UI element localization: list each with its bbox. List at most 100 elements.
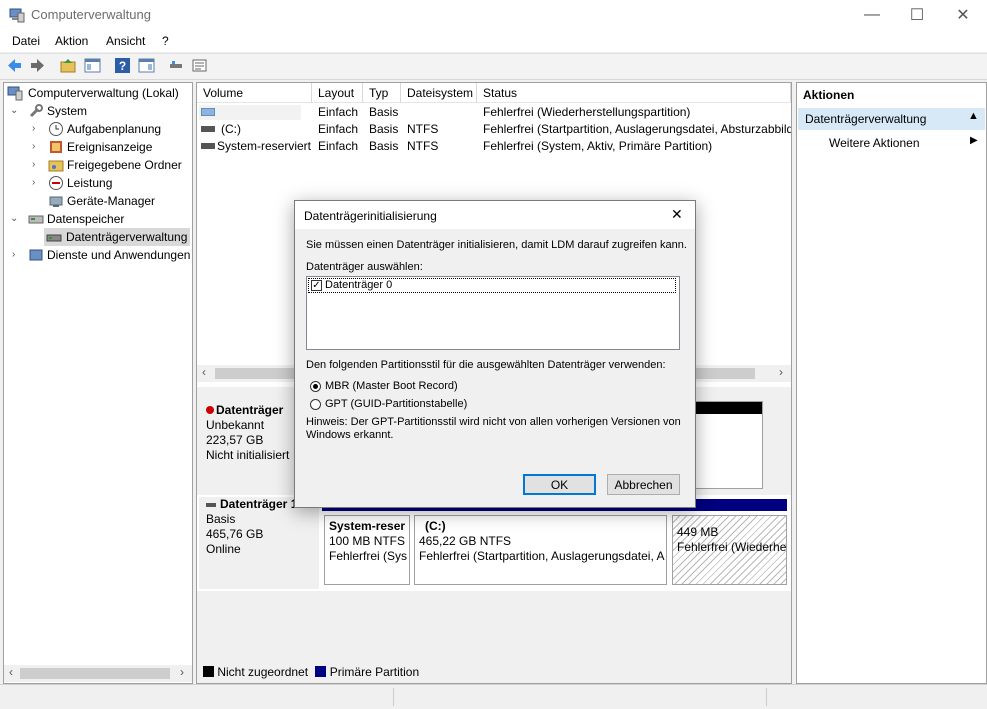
- connect-icon[interactable]: [168, 57, 185, 74]
- computer-management-icon: [9, 8, 25, 23]
- tree-item-system[interactable]: ⌄ System: [7, 102, 187, 120]
- storage-icon: [28, 215, 44, 224]
- chevron-right-icon[interactable]: ›: [32, 174, 35, 192]
- scroll-left-icon[interactable]: ‹: [202, 365, 206, 379]
- column-header-layout[interactable]: Layout: [312, 83, 363, 103]
- back-arrow-icon[interactable]: [6, 57, 23, 74]
- disk-initialization-dialog: Datenträgerinitialisierung ✕ Sie müssen …: [294, 200, 696, 508]
- scrollbar-thumb[interactable]: [20, 668, 170, 679]
- column-header-typ[interactable]: Typ: [363, 83, 401, 103]
- tree-label: System: [47, 104, 88, 118]
- tree-horizontal-scrollbar[interactable]: ‹ ›: [4, 665, 192, 682]
- tools-icon: [29, 104, 43, 118]
- table-row[interactable]: Einfach Basis Fehlerfrei (Wiederherstell…: [197, 104, 791, 121]
- gpt-hint-text: Hinweis: Der GPT-Partitionsstil wird nic…: [306, 416, 681, 428]
- tree-label: Computerverwaltung (Lokal): [28, 86, 179, 100]
- services-icon: [29, 249, 43, 261]
- radio-mbr-label[interactable]: MBR (Master Boot Record): [325, 380, 458, 392]
- volume-icon: [201, 143, 215, 149]
- tree-item-geraete-manager[interactable]: Geräte-Manager: [7, 192, 187, 210]
- event-viewer-icon: [50, 141, 62, 153]
- radio-gpt-label[interactable]: GPT (GUID-Partitionstabelle): [325, 398, 467, 410]
- show-action-pane-icon[interactable]: [138, 57, 155, 74]
- close-button[interactable]: ✕: [940, 0, 986, 30]
- disk-select-label: Datenträger auswählen:: [306, 261, 423, 273]
- ok-button[interactable]: OK: [523, 474, 596, 495]
- table-row[interactable]: System-reserviert Einfach Basis NTFS Feh…: [197, 138, 791, 155]
- tree-item-freigegebene-ordner[interactable]: › Freigegebene Ordner: [7, 156, 187, 174]
- help-icon[interactable]: ?: [114, 57, 131, 74]
- show-hide-tree-icon[interactable]: [84, 57, 101, 74]
- tree-label: Aufgabenplanung: [67, 122, 162, 136]
- tree-label: Leistung: [67, 176, 113, 190]
- actions-section-datentraegerverwaltung[interactable]: Datenträgerverwaltung ▲: [798, 108, 985, 130]
- chevron-down-icon[interactable]: ⌄: [10, 210, 18, 228]
- volume-icon: [201, 126, 215, 132]
- title-bar: Computerverwaltung — ☐ ✕: [0, 0, 987, 30]
- menu-datei[interactable]: Datei: [12, 34, 40, 48]
- chevron-right-icon[interactable]: ›: [32, 138, 35, 156]
- dialog-close-icon[interactable]: ✕: [671, 206, 683, 223]
- tree-label: Dienste und Anwendungen: [47, 248, 191, 262]
- tree-item-dienste[interactable]: › Dienste und Anwendungen: [7, 246, 192, 264]
- submenu-arrow-icon: ▶: [970, 135, 978, 146]
- dialog-title-bar: Datenträgerinitialisierung ✕: [295, 201, 695, 229]
- column-header-dateisystem[interactable]: Dateisystem: [401, 83, 477, 103]
- tree-item-ereignisanzeige[interactable]: › Ereignisanzeige: [7, 138, 187, 156]
- column-header-volume[interactable]: Volume: [197, 83, 312, 103]
- menu-ansicht[interactable]: Ansicht: [106, 34, 145, 48]
- chevron-right-icon[interactable]: ›: [12, 246, 15, 264]
- radio-gpt[interactable]: [310, 399, 321, 410]
- chevron-down-icon[interactable]: ⌄: [10, 102, 18, 120]
- tree-item-datenspeicher[interactable]: ⌄ Datenspeicher: [7, 210, 187, 228]
- disk-0-unallocated[interactable]: [691, 401, 763, 489]
- maximize-button[interactable]: ☐: [894, 0, 940, 30]
- disk-management-icon: [46, 234, 62, 242]
- collapse-up-icon[interactable]: ▲: [968, 110, 979, 122]
- window-title: Computerverwaltung: [31, 7, 151, 22]
- partition-recovery[interactable]: 449 MB Fehlerfrei (Wiederhe: [672, 515, 787, 585]
- partition-system-reserved[interactable]: System-reser 100 MB NTFS Fehlerfrei (Sys: [324, 515, 410, 585]
- disk-1-label[interactable]: Datenträger 1 Basis 465,76 GB Online: [199, 497, 319, 589]
- svg-text:?: ?: [119, 59, 126, 73]
- disk-list-item[interactable]: ✓ Datenträger 0: [308, 278, 676, 293]
- scroll-right-icon[interactable]: ›: [180, 665, 184, 679]
- tree-item-datentraegerverwaltung[interactable]: Datenträgerverwaltung: [44, 228, 190, 246]
- tree-label: Geräte-Manager: [67, 194, 156, 208]
- column-header-status[interactable]: Status: [477, 83, 791, 103]
- actions-header: Aktionen: [803, 88, 855, 102]
- actions-pane: Aktionen Datenträgerverwaltung ▲ Weitere…: [796, 82, 987, 684]
- navigation-tree: Computerverwaltung (Lokal) ⌄ System › Au…: [3, 82, 193, 684]
- performance-icon: [49, 176, 63, 190]
- checkbox-checked[interactable]: ✓: [311, 280, 322, 291]
- legend-swatch-unallocated: [203, 666, 214, 677]
- minimize-button[interactable]: —: [849, 0, 895, 30]
- volume-icon: [201, 108, 215, 116]
- properties-icon[interactable]: [191, 57, 208, 74]
- disk-icon: [206, 502, 216, 507]
- tree-label: Freigegebene Ordner: [67, 158, 182, 172]
- tree-item-aufgabenplanung[interactable]: › Aufgabenplanung: [7, 120, 187, 138]
- shared-folder-icon: [48, 160, 64, 172]
- tree-label: Ereignisanzeige: [67, 140, 153, 154]
- tree-label: Datenträgerverwaltung: [66, 230, 188, 244]
- status-bar: [0, 684, 987, 709]
- scroll-left-icon[interactable]: ‹: [9, 665, 13, 679]
- radio-mbr[interactable]: [310, 381, 321, 392]
- menu-help[interactable]: ?: [162, 34, 169, 48]
- gpt-hint-text-2: Windows erkannt.: [306, 429, 394, 441]
- action-weitere-aktionen[interactable]: Weitere Aktionen ▶: [798, 133, 985, 153]
- forward-arrow-icon[interactable]: [29, 57, 46, 74]
- menu-aktion[interactable]: Aktion: [55, 34, 88, 48]
- clock-icon: [49, 122, 63, 136]
- disk-list[interactable]: ✓ Datenträger 0: [306, 276, 680, 350]
- chevron-right-icon[interactable]: ›: [32, 120, 35, 138]
- tree-item-leistung[interactable]: › Leistung: [7, 174, 187, 192]
- partition-c[interactable]: (C:) 465,22 GB NTFS Fehlerfrei (Startpar…: [414, 515, 667, 585]
- cancel-button[interactable]: Abbrechen: [607, 474, 680, 495]
- menu-bar: [0, 30, 987, 52]
- up-folder-icon[interactable]: [60, 57, 77, 74]
- chevron-right-icon[interactable]: ›: [32, 156, 35, 174]
- scroll-right-icon[interactable]: ›: [779, 365, 783, 379]
- table-row[interactable]: (C:) Einfach Basis NTFS Fehlerfrei (Star…: [197, 121, 791, 138]
